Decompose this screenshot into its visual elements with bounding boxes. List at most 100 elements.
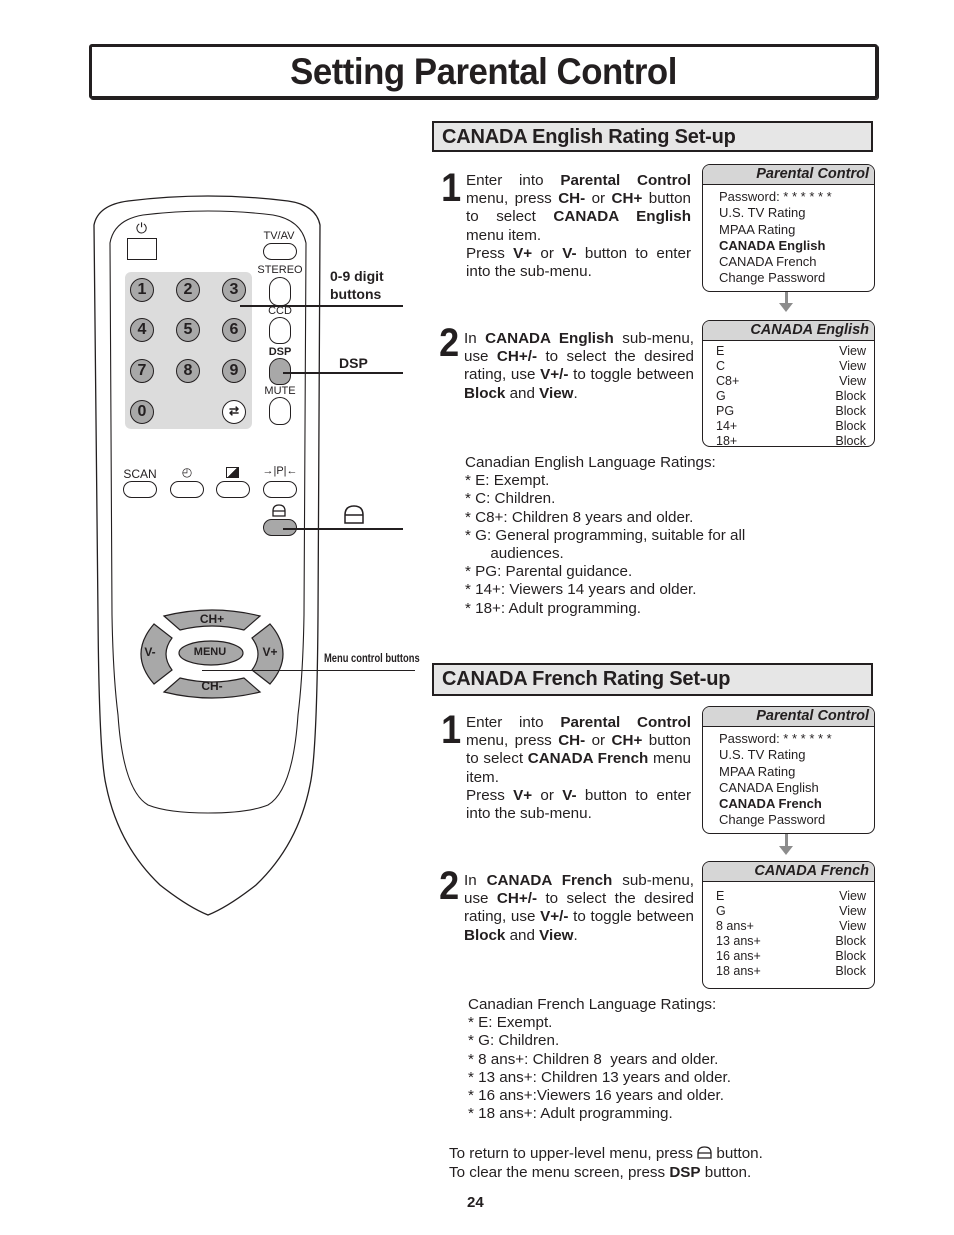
- menu-item[interactable]: MPAA Rating: [719, 222, 874, 238]
- notes-item: * C8+: Children 8 years and older.: [465, 508, 694, 526]
- rating-row[interactable]: 13 ans+ Block: [716, 934, 866, 949]
- rating-row[interactable]: PG Block: [716, 404, 866, 419]
- digit-0-button[interactable]: 0: [130, 400, 154, 424]
- swap-button[interactable]: [263, 481, 297, 498]
- footer-instructions: To return to upper-level menu, press but…: [449, 1144, 763, 1182]
- digit-3-button[interactable]: 3: [222, 278, 246, 302]
- dsp-callout-line: [283, 372, 403, 374]
- menu-item[interactable]: U.S. TV Rating: [719, 205, 874, 221]
- english-step2-number: 2: [439, 321, 460, 365]
- mute-label: MUTE: [264, 385, 296, 397]
- stereo-button[interactable]: [269, 277, 291, 306]
- page-number: 24: [467, 1194, 484, 1211]
- menu-item[interactable]: CANADA English: [719, 238, 874, 254]
- rating-rows: E View G View 8 ans+ View 13 ans+ Block 16 ans+ B…: [703, 882, 874, 979]
- ccd-button[interactable]: [269, 317, 291, 344]
- rating-status[interactable]: Block: [835, 434, 866, 446]
- digit-7-button[interactable]: 7: [130, 359, 154, 383]
- rating-status[interactable]: Block: [835, 404, 866, 419]
- rating-status[interactable]: Block: [835, 964, 866, 979]
- english-step1-number: 1: [441, 166, 462, 210]
- menu-item[interactable]: CANADA French: [719, 796, 874, 812]
- menu-item[interactable]: U.S. TV Rating: [719, 747, 874, 763]
- dsp-callout: DSP: [339, 355, 368, 371]
- menu-item[interactable]: CANADA English: [719, 780, 874, 796]
- return-icon: [697, 1146, 712, 1159]
- rating-status[interactable]: Block: [835, 419, 866, 434]
- notes-item: * C: Children.: [465, 490, 556, 508]
- menu-item[interactable]: Password: * * * * * *: [719, 731, 874, 747]
- french-ratings-notes: Canadian French Language Ratings: * E: Ex…: [468, 996, 731, 1123]
- digit-6-button[interactable]: 6: [222, 318, 246, 342]
- rating-status[interactable]: View: [839, 374, 866, 389]
- rating-row[interactable]: 14+ Block: [716, 419, 866, 434]
- rating-code: 18 ans+: [716, 964, 761, 978]
- menu-title: Parental Control: [703, 165, 874, 185]
- rating-code: G: [716, 904, 726, 918]
- power-icon: ⏻: [136, 220, 148, 236]
- rating-row[interactable]: G View: [716, 904, 866, 919]
- recall-button[interactable]: ⇄: [222, 400, 246, 424]
- callout-text: buttons: [330, 285, 382, 302]
- menu-item[interactable]: MPAA Rating: [719, 764, 874, 780]
- rating-code: E: [716, 344, 725, 358]
- ch-plus-label[interactable]: CH+: [192, 612, 232, 626]
- rating-code: E: [716, 889, 725, 903]
- notes-item: audiences.: [465, 545, 564, 563]
- rating-row[interactable]: E View: [716, 344, 866, 359]
- menu-item[interactable]: Change Password: [719, 270, 874, 286]
- swap-label: →|P|←: [262, 465, 298, 477]
- rating-status[interactable]: View: [839, 359, 866, 374]
- ch-minus-label[interactable]: CH-: [192, 679, 232, 693]
- page-title-box: Setting Parental Control: [89, 44, 878, 99]
- down-arrow-icon: [779, 303, 793, 312]
- digit-5-button[interactable]: 5: [176, 318, 200, 342]
- sleep-button[interactable]: [170, 481, 204, 498]
- rating-status[interactable]: Block: [835, 389, 866, 404]
- page-title: Setting Parental Control: [290, 51, 677, 92]
- rating-row[interactable]: G Block: [716, 389, 866, 404]
- menu-callout-line: [202, 670, 415, 671]
- digit-callout-line: [240, 305, 403, 307]
- rating-status[interactable]: View: [839, 919, 866, 934]
- digit-2-button[interactable]: 2: [176, 278, 200, 302]
- rating-status[interactable]: View: [839, 889, 866, 904]
- rating-row[interactable]: 18 ans+ Block: [716, 964, 866, 979]
- v-plus-label[interactable]: V+: [258, 645, 282, 659]
- power-button[interactable]: [127, 238, 157, 260]
- notes-item: * 18+: Adult programming.: [465, 599, 642, 617]
- rating-code: 14+: [716, 419, 738, 433]
- digit-8-button[interactable]: 8: [176, 359, 200, 383]
- notes-heading: Canadian French Language Ratings:: [468, 996, 717, 1013]
- picture-mode-icon: [226, 467, 239, 478]
- rating-status[interactable]: View: [839, 344, 866, 359]
- notes-item: * E: Exempt.: [465, 472, 550, 490]
- rating-row[interactable]: 18+ Block: [716, 434, 866, 446]
- rating-status[interactable]: View: [839, 904, 866, 919]
- rating-rows: E View C View C8+ View G Block PG Block 14+ Block 18…: [703, 341, 874, 446]
- rating-row[interactable]: 16 ans+ Block: [716, 949, 866, 964]
- notes-item: * PG: Parental guidance.: [465, 563, 633, 581]
- menu-label[interactable]: MENU: [180, 646, 240, 658]
- rating-status[interactable]: Block: [835, 934, 866, 949]
- scan-button[interactable]: [123, 481, 157, 498]
- stereo-label: STEREO: [257, 264, 303, 276]
- digit-1-button[interactable]: 1: [130, 278, 154, 302]
- mute-button[interactable]: [269, 397, 291, 425]
- menu-item[interactable]: Change Password: [719, 812, 874, 828]
- notes-item: * 16 ans+:Viewers 16 years and older.: [468, 1087, 724, 1105]
- tv-av-button[interactable]: [263, 243, 297, 260]
- menu-item[interactable]: CANADA French: [719, 254, 874, 270]
- rating-row[interactable]: E View: [716, 889, 866, 904]
- rating-row[interactable]: C View: [716, 359, 866, 374]
- menu-item[interactable]: Password: * * * * * *: [719, 189, 874, 205]
- v-minus-label[interactable]: V-: [138, 645, 162, 659]
- english-ratings-notes: Canadian English Language Ratings: * E: E…: [465, 454, 745, 618]
- picture-button[interactable]: [216, 481, 250, 498]
- digit-9-button[interactable]: 9: [222, 359, 246, 383]
- digit-4-button[interactable]: 4: [130, 318, 154, 342]
- rating-row[interactable]: C8+ View: [716, 374, 866, 389]
- rating-row[interactable]: 8 ans+ View: [716, 919, 866, 934]
- rating-status[interactable]: Block: [835, 949, 866, 964]
- notes-item: * 14+: Viewers 14 years and older.: [465, 581, 697, 599]
